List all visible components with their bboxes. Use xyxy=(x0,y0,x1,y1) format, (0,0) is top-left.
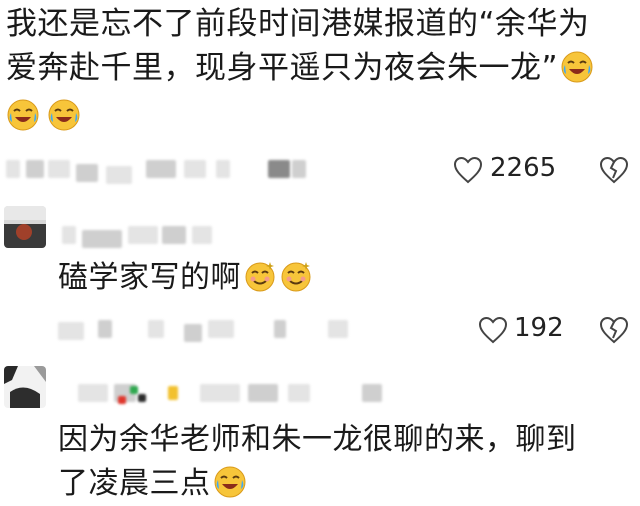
comment-text: 我还是忘不了前段时间港媒报道的“余华为 爱奔赴千里，现身平遥只为夜会朱一龙” xyxy=(6,2,636,90)
dislike-heart-icon[interactable] xyxy=(598,156,630,184)
reply2-text-wrap: 因为余华老师和朱一龙很聊的来，聊到 了凌晨三点 xyxy=(58,418,638,506)
reply2-text-line1: 因为余华老师和朱一龙很聊的来，聊到 xyxy=(58,422,577,457)
avatar[interactable] xyxy=(4,366,46,408)
comment-text-line1: 我还是忘不了前段时间港媒报道的“余华为 xyxy=(6,6,590,42)
avatar[interactable] xyxy=(4,206,46,248)
crying-laugh-emoji xyxy=(7,99,39,131)
comment-emoji-row xyxy=(6,98,81,132)
comment-like-count: 2265 xyxy=(490,153,557,183)
reply1-username-blurred xyxy=(62,226,222,248)
reply1-text: 磕学家写的啊 xyxy=(58,260,241,295)
heart-icon[interactable] xyxy=(478,316,508,344)
dizzy-smile-emoji xyxy=(245,262,275,292)
reply2-username-blurred xyxy=(78,384,398,404)
dislike-heart-icon[interactable] xyxy=(598,316,630,344)
reply2-text-line2-wrap: 了凌晨三点 xyxy=(58,462,638,506)
comment-meta-blurred xyxy=(6,160,326,184)
comment-text-line2-wrap: 爱奔赴千里，现身平遥只为夜会朱一龙” xyxy=(6,46,636,90)
crying-laugh-emoji xyxy=(561,51,593,83)
crying-laugh-emoji xyxy=(214,466,245,498)
heart-icon[interactable] xyxy=(453,156,483,184)
reply1-like-count: 192 xyxy=(514,313,564,343)
crying-laugh-emoji xyxy=(48,99,80,131)
reply2-text-line2: 了凌晨三点 xyxy=(58,466,211,501)
reply1-text-wrap: 磕学家写的啊 xyxy=(58,256,313,300)
dizzy-smile-emoji xyxy=(281,262,311,292)
comment-text-line2: 爱奔赴千里，现身平遥只为夜会朱一龙” xyxy=(6,50,559,86)
reply1-meta-blurred xyxy=(58,320,358,342)
